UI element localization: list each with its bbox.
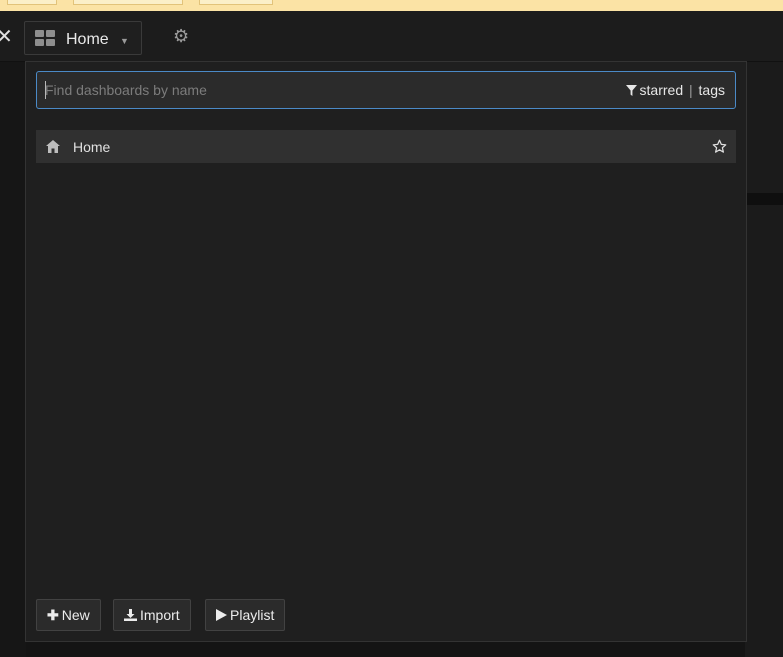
search-result-label: Home (73, 139, 111, 155)
filter-tags-link[interactable]: tags (699, 82, 725, 98)
gear-icon[interactable]: ⚙ (173, 27, 191, 45)
import-button-label: Import (140, 607, 180, 623)
filter-icon (625, 85, 637, 96)
chevron-down-icon: ▼ (120, 36, 129, 46)
text-cursor (45, 81, 46, 99)
dashboard-picker-button[interactable]: Home ▼ (24, 21, 142, 55)
dashboard-title: Home (66, 31, 109, 48)
background-panel-left (0, 62, 26, 657)
playlist-button[interactable]: Playlist (205, 599, 286, 631)
top-strip-tab[interactable] (73, 0, 183, 5)
play-icon (216, 609, 227, 621)
search-result-row[interactable]: Home (36, 130, 736, 163)
filter-separator: | (689, 82, 693, 98)
playlist-button-label: Playlist (230, 607, 275, 623)
star-icon[interactable] (712, 139, 727, 154)
filter-starred-link[interactable]: starred (640, 82, 684, 98)
new-dashboard-button[interactable]: ✚ New (36, 599, 101, 631)
search-input[interactable] (37, 72, 605, 108)
top-strip-tab[interactable] (199, 0, 273, 5)
home-icon (46, 140, 60, 153)
top-strip (0, 0, 783, 11)
close-icon[interactable]: ✕ (0, 27, 13, 47)
navbar: ✕ Home ▼ ⚙ (0, 11, 783, 62)
download-icon (124, 609, 137, 621)
dashboard-search-dropdown: starred | tags Home ✚New Import Playlist (25, 61, 747, 642)
background-panel-right (745, 62, 783, 657)
new-button-label: New (61, 607, 90, 623)
top-strip-tab[interactable] (7, 0, 57, 5)
search-box: starred | tags (36, 71, 736, 109)
import-button[interactable]: Import (113, 599, 191, 631)
plus-icon: ✚ (47, 607, 59, 623)
search-filters: starred | tags (625, 82, 725, 98)
grid-icon (35, 30, 56, 47)
